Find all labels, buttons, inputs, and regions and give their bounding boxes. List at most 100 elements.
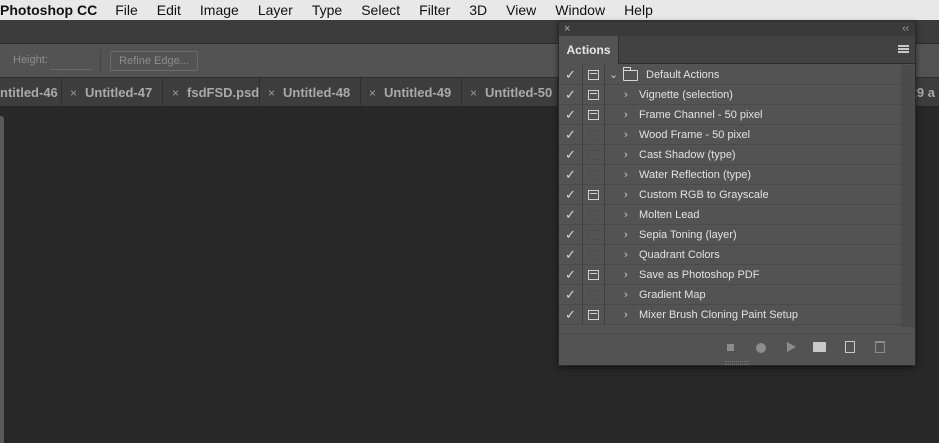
dialog-toggle[interactable] [583,125,605,145]
action-row[interactable]: ✓ › Wood Frame - 50 pixel [559,125,901,145]
dialog-toggle[interactable] [583,265,605,285]
check-icon[interactable]: ✓ [559,125,583,145]
action-row[interactable]: ✓ › Save as Photoshop PDF [559,265,901,285]
dialog-toggle[interactable] [583,165,605,185]
chevron-right-icon[interactable]: › [624,225,628,245]
new-action-icon[interactable] [845,341,855,353]
action-set-name: Default Actions [646,69,720,81]
dialog-toggle[interactable] [583,185,605,205]
chevron-right-icon[interactable]: › [624,285,628,305]
height-input[interactable] [50,52,92,70]
document-tab[interactable]: × Untitled-47 [62,78,163,107]
action-set-row[interactable]: ✓ ⌄ Default Actions [559,65,901,85]
action-name: Water Reflection (type) [639,169,752,181]
check-icon[interactable]: ✓ [559,265,583,285]
record-icon[interactable] [756,343,766,353]
action-row[interactable]: ✓ › Cast Shadow (type) [559,145,901,165]
check-icon[interactable]: ✓ [559,225,583,245]
action-row[interactable]: ✓ › Custom RGB to Grayscale [559,185,901,205]
check-icon[interactable]: ✓ [559,305,583,325]
chevron-right-icon[interactable]: › [624,125,628,145]
document-tab[interactable]: × Untitled-50 [462,78,558,107]
action-row[interactable]: ✓ › Mixer Brush Cloning Paint Setup [559,305,901,325]
action-name: Sepia Toning (layer) [639,229,737,241]
document-tab[interactable]: × Untitled-48 [260,78,361,107]
dialog-toggle[interactable] [583,245,605,265]
menu-help[interactable]: Help [624,2,653,18]
dialog-icon [588,230,599,240]
dialog-toggle[interactable] [583,145,605,165]
dialog-icon [588,290,599,300]
dialog-toggle[interactable] [583,85,605,105]
dialog-toggle[interactable] [583,205,605,225]
chevron-right-icon[interactable]: › [624,165,628,185]
chevron-right-icon[interactable]: › [624,145,628,165]
check-icon[interactable]: ✓ [559,185,583,205]
action-row[interactable]: ✓ › Molten Lead [559,205,901,225]
chevron-right-icon[interactable]: › [624,85,628,105]
app-menu[interactable]: Photoshop CC [0,2,97,18]
menu-3d[interactable]: 3D [469,2,487,18]
document-tab[interactable]: ntitled-46 [0,78,62,107]
check-icon[interactable]: ✓ [559,205,583,225]
refine-edge-button[interactable]: Refine Edge... [110,51,198,71]
action-row[interactable]: ✓ › Frame Channel - 50 pixel [559,105,901,125]
menu-edit[interactable]: Edit [157,2,181,18]
document-tab[interactable]: × Untitled-49 [361,78,462,107]
chevron-right-icon[interactable]: › [624,305,628,325]
dialog-icon [588,170,599,180]
check-icon[interactable]: ✓ [559,245,583,265]
close-tab-icon[interactable]: × [70,86,77,100]
action-name: Cast Shadow (type) [639,149,736,161]
stop-icon[interactable] [727,344,734,351]
chevron-right-icon[interactable]: › [624,205,628,225]
document-canvas-edge [0,116,4,443]
menu-filter[interactable]: Filter [419,2,450,18]
dialog-toggle[interactable] [583,65,605,85]
check-icon[interactable]: ✓ [559,65,583,85]
check-icon[interactable]: ✓ [559,285,583,305]
dialog-icon [588,150,599,160]
close-tab-icon[interactable]: × [268,86,275,100]
actions-scrollbar[interactable] [901,65,915,327]
check-icon[interactable]: ✓ [559,165,583,185]
menu-window[interactable]: Window [555,2,605,18]
chevron-right-icon[interactable]: › [624,245,628,265]
dialog-toggle[interactable] [583,225,605,245]
dialog-toggle[interactable] [583,105,605,125]
check-icon[interactable]: ✓ [559,105,583,125]
tab-actions[interactable]: Actions [559,36,619,64]
check-icon[interactable]: ✓ [559,145,583,165]
menu-file[interactable]: File [115,2,138,18]
panel-menu-icon[interactable] [898,45,909,54]
menu-type[interactable]: Type [312,2,342,18]
action-row[interactable]: ✓ › Vignette (selection) [559,85,901,105]
chevron-right-icon[interactable]: › [624,105,628,125]
close-tab-icon[interactable]: × [470,86,477,100]
close-panel-icon[interactable]: × [564,22,570,36]
new-set-folder-icon[interactable] [813,342,826,352]
play-icon[interactable] [787,342,796,352]
resize-grip[interactable] [725,361,749,365]
action-row[interactable]: ✓ › Gradient Map [559,285,901,305]
collapse-panel-icon[interactable]: ‹‹ [902,22,909,36]
chevron-right-icon[interactable]: › [624,185,628,205]
menu-view[interactable]: View [506,2,536,18]
dialog-icon [588,90,599,100]
photoshop-window: Photoshop CC File Edit Image Layer Type … [0,0,939,443]
dialog-toggle[interactable] [583,285,605,305]
chevron-right-icon[interactable]: › [624,265,628,285]
check-icon[interactable]: ✓ [559,85,583,105]
action-row[interactable]: ✓ › Water Reflection (type) [559,165,901,185]
document-tab[interactable]: × fsdFSD.psd [163,78,260,107]
action-row[interactable]: ✓ › Sepia Toning (layer) [559,225,901,245]
trash-icon[interactable] [875,341,885,353]
dialog-toggle[interactable] [583,305,605,325]
close-tab-icon[interactable]: × [172,86,179,100]
menu-layer[interactable]: Layer [258,2,293,18]
action-row[interactable]: ✓ › Quadrant Colors [559,245,901,265]
chevron-down-icon[interactable]: ⌄ [609,65,618,85]
menu-select[interactable]: Select [361,2,400,18]
close-tab-icon[interactable]: × [369,86,376,100]
menu-image[interactable]: Image [200,2,239,18]
